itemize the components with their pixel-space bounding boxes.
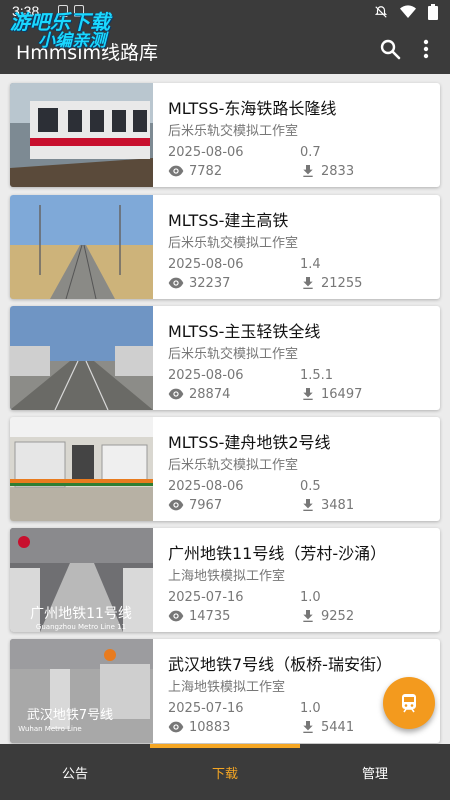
route-thumbnail <box>10 195 153 299</box>
route-card[interactable]: 广州地铁11号线 Guangzhou Metro Line 11 广州地铁11号… <box>10 528 440 632</box>
route-version: 0.7 <box>300 145 321 160</box>
route-title: 武汉地铁7号线（板桥-瑞安街） <box>168 655 392 674</box>
watermark-line2: 小编亲测 <box>38 31 106 51</box>
eye-icon <box>168 721 184 733</box>
views-count: 7782 <box>189 163 223 179</box>
route-card[interactable]: MLTSS-建舟地铁2号线 后米乐轨交模拟工作室 2025-08-06 0.5 … <box>10 417 440 521</box>
more-vert-icon[interactable] <box>414 37 438 61</box>
route-studio: 后米乐轨交模拟工作室 <box>168 347 299 362</box>
route-date: 2025-08-06 <box>168 368 244 383</box>
route-card[interactable]: MLTSS-东海铁路长隆线 后米乐轨交模拟工作室 2025-08-06 0.7 … <box>10 83 440 187</box>
route-card[interactable]: MLTSS-主玉轻铁全线 后米乐轨交模拟工作室 2025-08-06 1.5.1… <box>10 306 440 410</box>
route-title: MLTSS-主玉轻铁全线 <box>168 322 321 341</box>
route-date: 2025-08-06 <box>168 145 244 160</box>
watermark-logo: 游吧乐下载 小编亲测 <box>10 12 110 51</box>
search-icon[interactable] <box>378 37 402 61</box>
eye-icon <box>168 165 184 177</box>
route-studio: 后米乐轨交模拟工作室 <box>168 236 299 251</box>
route-title: MLTSS-建舟地铁2号线 <box>168 433 331 452</box>
route-views: 10883 <box>168 719 230 735</box>
route-title: MLTSS-东海铁路长隆线 <box>168 99 337 118</box>
eye-icon <box>168 277 184 289</box>
views-count: 28874 <box>189 386 231 402</box>
download-icon <box>303 610 313 622</box>
route-date: 2025-07-16 <box>168 701 244 716</box>
route-thumbnail: 武汉地铁7号线 Wuhan Metro Line <box>10 639 153 743</box>
route-downloads: 3481 <box>300 497 354 513</box>
dnd-off-icon <box>374 6 388 18</box>
route-card[interactable]: MLTSS-建主高铁 后米乐轨交模拟工作室 2025-08-06 1.4 322… <box>10 195 440 299</box>
route-card[interactable]: 武汉地铁7号线 Wuhan Metro Line 武汉地铁7号线（板桥-瑞安街）… <box>10 639 440 743</box>
route-views: 28874 <box>168 386 230 402</box>
route-thumbnail <box>10 83 153 187</box>
route-version: 1.4 <box>300 257 321 272</box>
route-studio: 上海地铁模拟工作室 <box>168 680 286 695</box>
bottom-nav: 公告 下载 管理 <box>0 744 450 800</box>
route-views: 32237 <box>168 275 230 291</box>
route-downloads: 2833 <box>300 163 354 179</box>
downloads-count: 16497 <box>321 386 363 402</box>
thumb-caption: 广州地铁11号线 <box>30 606 132 622</box>
tab-announcements[interactable]: 公告 <box>0 744 150 800</box>
train-fab-button[interactable] <box>383 677 435 729</box>
thumb-subcaption: Guangzhou Metro Line 11 <box>36 623 126 631</box>
route-title: MLTSS-建主高铁 <box>168 211 289 230</box>
views-count: 14735 <box>189 608 231 624</box>
route-downloads: 21255 <box>300 275 362 291</box>
route-version: 1.0 <box>300 590 321 605</box>
battery-icon <box>428 4 438 20</box>
thumb-caption: 武汉地铁7号线 <box>27 708 113 723</box>
downloads-count: 5441 <box>321 719 355 735</box>
route-version: 0.5 <box>300 479 321 494</box>
eye-icon <box>168 610 184 622</box>
route-thumbnail <box>10 306 153 410</box>
downloads-count: 3481 <box>321 497 355 513</box>
tab-manage[interactable]: 管理 <box>300 744 450 800</box>
route-date: 2025-08-06 <box>168 479 244 494</box>
route-views: 14735 <box>168 608 230 624</box>
route-views: 7967 <box>168 497 222 513</box>
downloads-count: 2833 <box>321 163 355 179</box>
route-date: 2025-07-16 <box>168 590 244 605</box>
thumb-subcaption: Wuhan Metro Line <box>18 725 81 733</box>
tab-download[interactable]: 下载 <box>150 744 300 800</box>
wifi-icon <box>400 5 416 18</box>
download-icon <box>303 277 313 289</box>
download-icon <box>303 499 313 511</box>
route-version: 1.5.1 <box>300 368 334 383</box>
watermark-line1: 游吧乐下载 <box>10 10 110 34</box>
views-count: 10883 <box>189 719 231 735</box>
route-studio: 上海地铁模拟工作室 <box>168 569 286 584</box>
route-studio: 后米乐轨交模拟工作室 <box>168 458 299 473</box>
downloads-count: 9252 <box>321 608 355 624</box>
views-count: 32237 <box>189 275 231 291</box>
download-icon <box>303 721 313 733</box>
eye-icon <box>168 499 184 511</box>
route-list[interactable]: MLTSS-东海铁路长隆线 后米乐轨交模拟工作室 2025-08-06 0.7 … <box>0 74 450 744</box>
downloads-count: 21255 <box>321 275 363 291</box>
download-icon <box>303 388 313 400</box>
views-count: 7967 <box>189 497 223 513</box>
route-views: 7782 <box>168 163 222 179</box>
route-title: 广州地铁11号线（芳村-沙涌） <box>168 544 387 563</box>
route-thumbnail <box>10 417 153 521</box>
route-downloads: 9252 <box>300 608 354 624</box>
eye-icon <box>168 388 184 400</box>
route-version: 1.0 <box>300 701 321 716</box>
route-downloads: 16497 <box>300 386 362 402</box>
route-downloads: 5441 <box>300 719 354 735</box>
train-icon <box>402 694 416 713</box>
download-icon <box>303 165 313 177</box>
route-date: 2025-08-06 <box>168 257 244 272</box>
route-thumbnail: 广州地铁11号线 Guangzhou Metro Line 11 <box>10 528 153 632</box>
route-studio: 后米乐轨交模拟工作室 <box>168 124 299 139</box>
